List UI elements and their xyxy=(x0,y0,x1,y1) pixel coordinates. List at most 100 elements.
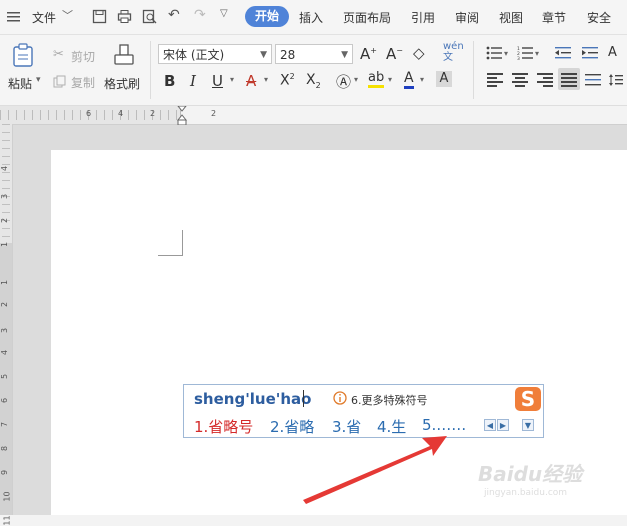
numbered-list-chevron-icon[interactable]: ▾ xyxy=(535,49,539,58)
underline-icon[interactable]: U xyxy=(212,72,223,90)
vertical-ruler[interactable]: 4 3 2 1 1 2 3 4 5 6 7 8 9 10 11 xyxy=(0,124,13,526)
tab-page-layout[interactable]: 页面布局 xyxy=(343,9,391,26)
align-left-icon[interactable] xyxy=(487,73,503,87)
vruler-tick-label: 3 xyxy=(0,327,10,334)
ime-input-text: sheng'lue'hao xyxy=(194,390,312,408)
font-name-value: 宋体 (正文) xyxy=(163,48,225,62)
align-center-icon[interactable] xyxy=(512,73,528,87)
cut-button[interactable]: 剪切 xyxy=(71,48,95,65)
redo-icon[interactable]: ↷ xyxy=(194,7,206,23)
vruler-tick-label: 4 xyxy=(0,165,10,172)
vruler-tick-label: 2 xyxy=(0,217,10,224)
font-size-chevron-icon: ▼ xyxy=(341,50,348,60)
ime-caret xyxy=(303,390,304,407)
copy-button[interactable]: 复制 xyxy=(71,74,95,91)
tab-view[interactable]: 视图 xyxy=(499,9,523,26)
strikethrough-chevron-icon[interactable]: ▾ xyxy=(264,75,268,84)
candidate-4[interactable]: 4.生 xyxy=(377,416,406,437)
font-size-value: 28 xyxy=(280,48,296,62)
align-right-icon[interactable] xyxy=(537,73,553,87)
undo-icon[interactable]: ↶ xyxy=(168,7,180,23)
italic-icon[interactable]: I xyxy=(190,72,196,90)
info-icon xyxy=(333,391,347,405)
text-effect-icon[interactable]: Ⓐ xyxy=(336,71,351,92)
text-direction-icon[interactable]: A xyxy=(608,45,617,60)
ruler-text-area xyxy=(180,106,627,124)
prev-page-icon[interactable]: ◀ xyxy=(484,419,496,431)
bullet-list-chevron-icon[interactable]: ▾ xyxy=(504,49,508,58)
format-painter-icon[interactable] xyxy=(112,43,136,67)
ribbon: 粘贴 ▾ ✂ 剪切 复制 格式刷 宋体 (正文) ▼ 28 ▼ A+ A− ◇ … xyxy=(0,35,627,106)
candidate-1[interactable]: 1.省略号 xyxy=(194,416,253,437)
highlight-icon[interactable]: ab xyxy=(368,71,385,88)
highlight-chevron-icon[interactable]: ▾ xyxy=(388,75,392,84)
line-spacing-icon[interactable] xyxy=(609,73,623,87)
vruler-tick-label: 8 xyxy=(0,445,10,452)
vruler-tick-label: 6 xyxy=(0,397,10,404)
font-color-chevron-icon[interactable]: ▾ xyxy=(420,75,424,84)
increase-indent-icon[interactable] xyxy=(582,46,598,60)
strikethrough-icon[interactable]: A xyxy=(246,72,256,90)
watermark-url: jingyan.baidu.com xyxy=(484,488,568,498)
customize-chevron-icon[interactable]: ▽ xyxy=(220,8,228,19)
file-menu[interactable]: 文件 xyxy=(32,9,56,26)
ribbon-divider xyxy=(473,41,474,99)
copy-icon xyxy=(53,75,66,88)
ime-candidate-window[interactable]: sheng'lue'hao 6.更多特殊符号 S 1.省略号 2.省略 3.省 … xyxy=(183,384,544,438)
candidate-2[interactable]: 2.省略 xyxy=(270,416,314,437)
bullet-list-icon[interactable] xyxy=(486,46,502,60)
print-preview-icon[interactable] xyxy=(142,9,157,24)
menu-bar: 文件 ﹀ ↶ ↷ ▽ 开始 插入 页面布局 引用 审阅 视图 章节 安全 xyxy=(0,0,627,35)
numbered-list-icon[interactable]: 123 xyxy=(517,46,533,60)
justify-button[interactable] xyxy=(558,68,580,90)
tab-security[interactable]: 安全 xyxy=(587,9,611,26)
vruler-tick-label: 9 xyxy=(0,469,10,476)
vruler-tick-label: 7 xyxy=(0,421,10,428)
grow-font-icon[interactable]: A+ xyxy=(360,45,377,63)
expand-candidates-icon[interactable]: ▼ xyxy=(522,419,534,431)
phonetic-guide-icon[interactable]: wén 文 xyxy=(443,41,464,63)
special-symbols-hint[interactable]: 6.更多特殊符号 xyxy=(351,392,428,408)
margin-corner-mark xyxy=(158,255,183,256)
watermark-brand: Baidu经验 xyxy=(478,462,583,486)
ruler-tick-label: 2 xyxy=(211,109,217,118)
tab-home[interactable]: 开始 xyxy=(245,6,289,27)
ruler-tick-label: 6 xyxy=(86,109,92,118)
hamburger-icon[interactable] xyxy=(6,9,21,24)
ruler-tick-label: 4 xyxy=(118,109,124,118)
justify-icon xyxy=(561,73,577,87)
vruler-tick-label: 4 xyxy=(0,349,10,356)
font-name-select[interactable]: 宋体 (正文) ▼ xyxy=(158,44,272,64)
paste-chevron-icon[interactable]: ▾ xyxy=(36,75,41,85)
superscript-icon[interactable]: X2 xyxy=(280,72,295,89)
candidate-3[interactable]: 3.省 xyxy=(332,416,361,437)
underline-chevron-icon[interactable]: ▾ xyxy=(230,75,234,84)
font-color-icon[interactable]: A xyxy=(404,70,414,89)
paste-button[interactable]: 粘贴 xyxy=(8,75,32,92)
text-effect-chevron-icon[interactable]: ▾ xyxy=(354,75,358,84)
paste-icon[interactable] xyxy=(12,43,34,67)
save-icon[interactable] xyxy=(92,9,107,24)
candidate-5[interactable]: 5.…… xyxy=(422,416,466,434)
shrink-font-icon[interactable]: A− xyxy=(386,45,403,63)
font-name-chevron-icon: ▼ xyxy=(260,50,267,60)
print-icon[interactable] xyxy=(117,9,132,24)
horizontal-ruler[interactable]: 6 4 2 2 xyxy=(0,106,627,126)
distributed-align-icon[interactable] xyxy=(585,73,601,87)
decrease-indent-icon[interactable] xyxy=(555,46,571,60)
tab-insert[interactable]: 插入 xyxy=(299,9,323,26)
next-page-icon[interactable]: ▶ xyxy=(497,419,509,431)
indent-marker-icon[interactable] xyxy=(177,106,187,126)
font-size-select[interactable]: 28 ▼ xyxy=(275,44,353,64)
svg-text:3: 3 xyxy=(517,56,520,60)
char-shading-icon[interactable]: A xyxy=(436,71,452,87)
tab-review[interactable]: 审阅 xyxy=(455,9,479,26)
subscript-icon[interactable]: X2 xyxy=(306,72,321,90)
format-painter-button[interactable]: 格式刷 xyxy=(104,75,140,92)
tab-references[interactable]: 引用 xyxy=(411,9,435,26)
clear-format-icon[interactable]: ◇ xyxy=(413,44,425,62)
bold-icon[interactable]: B xyxy=(164,72,175,90)
tab-section[interactable]: 章节 xyxy=(542,9,566,26)
file-menu-chevron-icon[interactable]: ﹀ xyxy=(62,7,73,23)
scissors-icon: ✂ xyxy=(53,47,64,62)
